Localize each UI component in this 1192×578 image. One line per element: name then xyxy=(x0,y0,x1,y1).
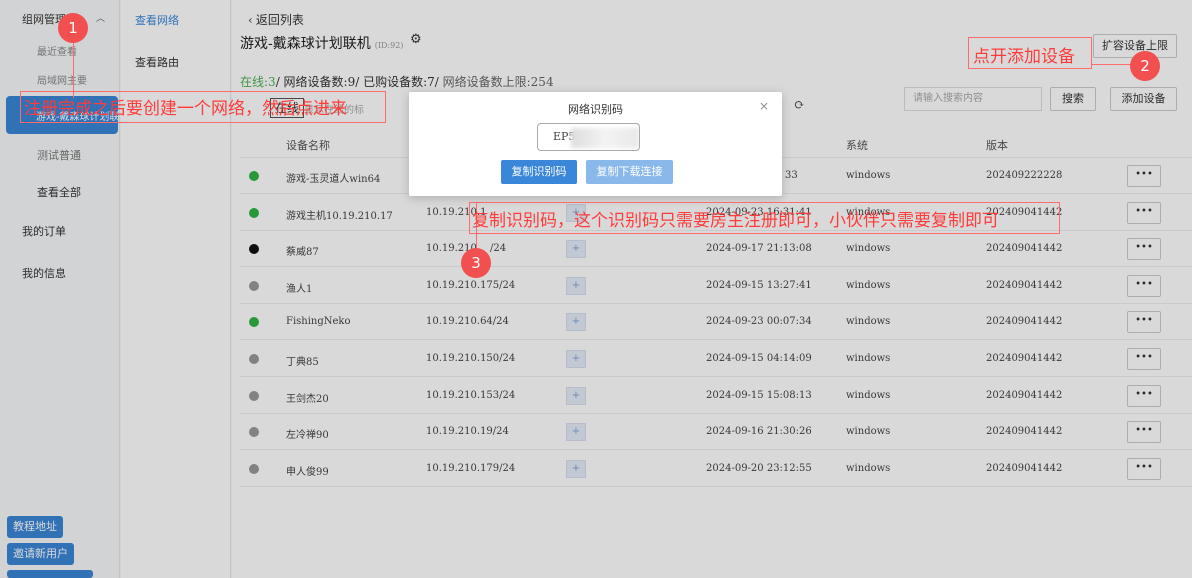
annotation-3-marker: 3 xyxy=(461,248,491,278)
network-code-field[interactable]: EP5 xyxy=(537,123,640,151)
annotation-1-text: 注册完成之后要创建一个网络，然后点进来 xyxy=(24,99,347,119)
modal-overlay xyxy=(0,0,1192,578)
copy-download-link-button[interactable]: 复制下载连接 xyxy=(586,160,673,184)
copy-code-button[interactable]: 复制识别码 xyxy=(501,160,577,184)
annotation-3-text: 复制识别码，这个识别码只需要房主注册即可，小伙伴只需要复制即可 xyxy=(472,211,999,231)
annotation-2-leader xyxy=(1092,64,1132,65)
dialog-title: 网络识别码 xyxy=(568,103,623,116)
redacted-code-blur xyxy=(571,128,639,148)
annotation-1-marker: 1 xyxy=(58,13,88,43)
annotation-2-text: 点开添加设备 xyxy=(973,47,1075,67)
annotation-2-marker: 2 xyxy=(1130,51,1160,81)
network-code-dialog: 网络识别码 × EP5 复制识别码 复制下载连接 xyxy=(409,92,782,196)
annotation-1-leader xyxy=(73,40,74,98)
close-icon[interactable]: × xyxy=(759,99,769,113)
